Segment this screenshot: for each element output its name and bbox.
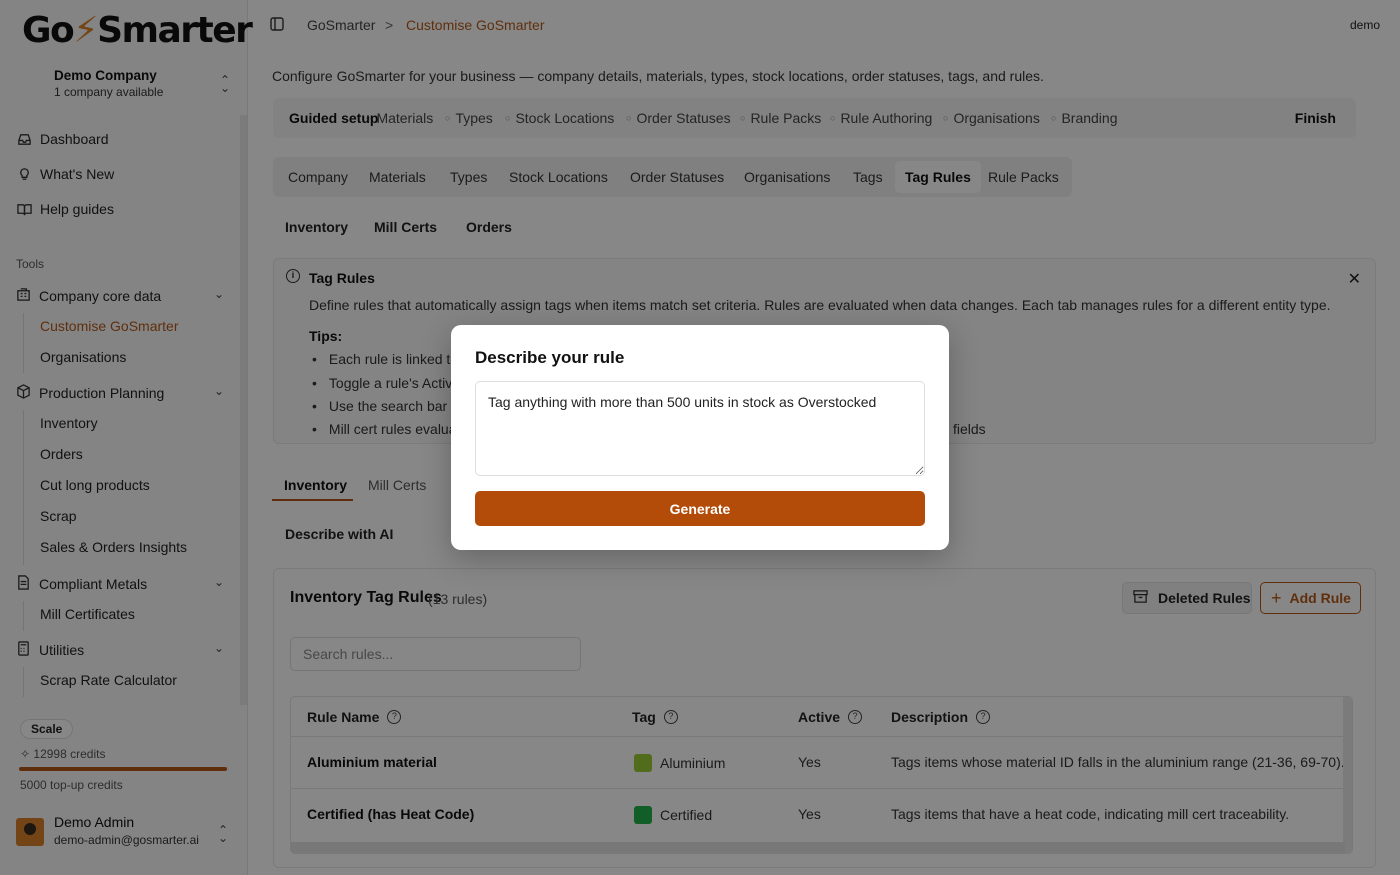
describe-rule-dialog: Describe your rule Tag anything with mor…: [451, 325, 949, 550]
dialog-title: Describe your rule: [475, 348, 625, 367]
generate-button[interactable]: Generate: [475, 491, 925, 526]
rule-description-input[interactable]: Tag anything with more than 500 units in…: [475, 381, 925, 476]
